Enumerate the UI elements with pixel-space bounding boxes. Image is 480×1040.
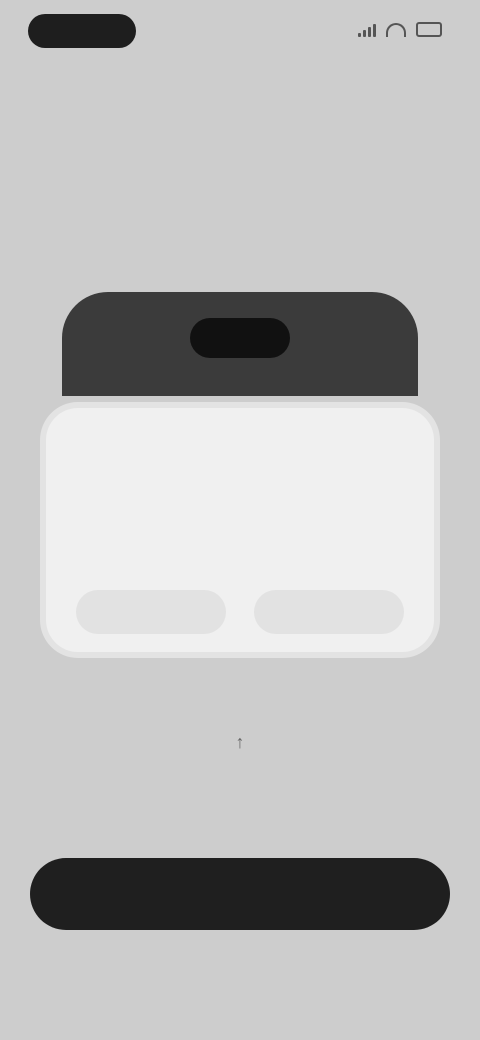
- status-icons: [358, 22, 442, 37]
- wifi-icon: [386, 22, 406, 37]
- continue-button[interactable]: [30, 858, 450, 930]
- dialog-secondary-button[interactable]: [76, 590, 226, 634]
- dialog-primary-button[interactable]: [254, 590, 404, 634]
- signal-icon: [358, 23, 376, 37]
- battery-icon: [416, 22, 442, 37]
- phone-notch: [190, 318, 290, 358]
- arrow-up-icon: ↑: [235, 732, 245, 752]
- status-time-pill: [28, 14, 136, 48]
- permission-dialog: [46, 408, 434, 652]
- phone-illustration: [62, 292, 418, 396]
